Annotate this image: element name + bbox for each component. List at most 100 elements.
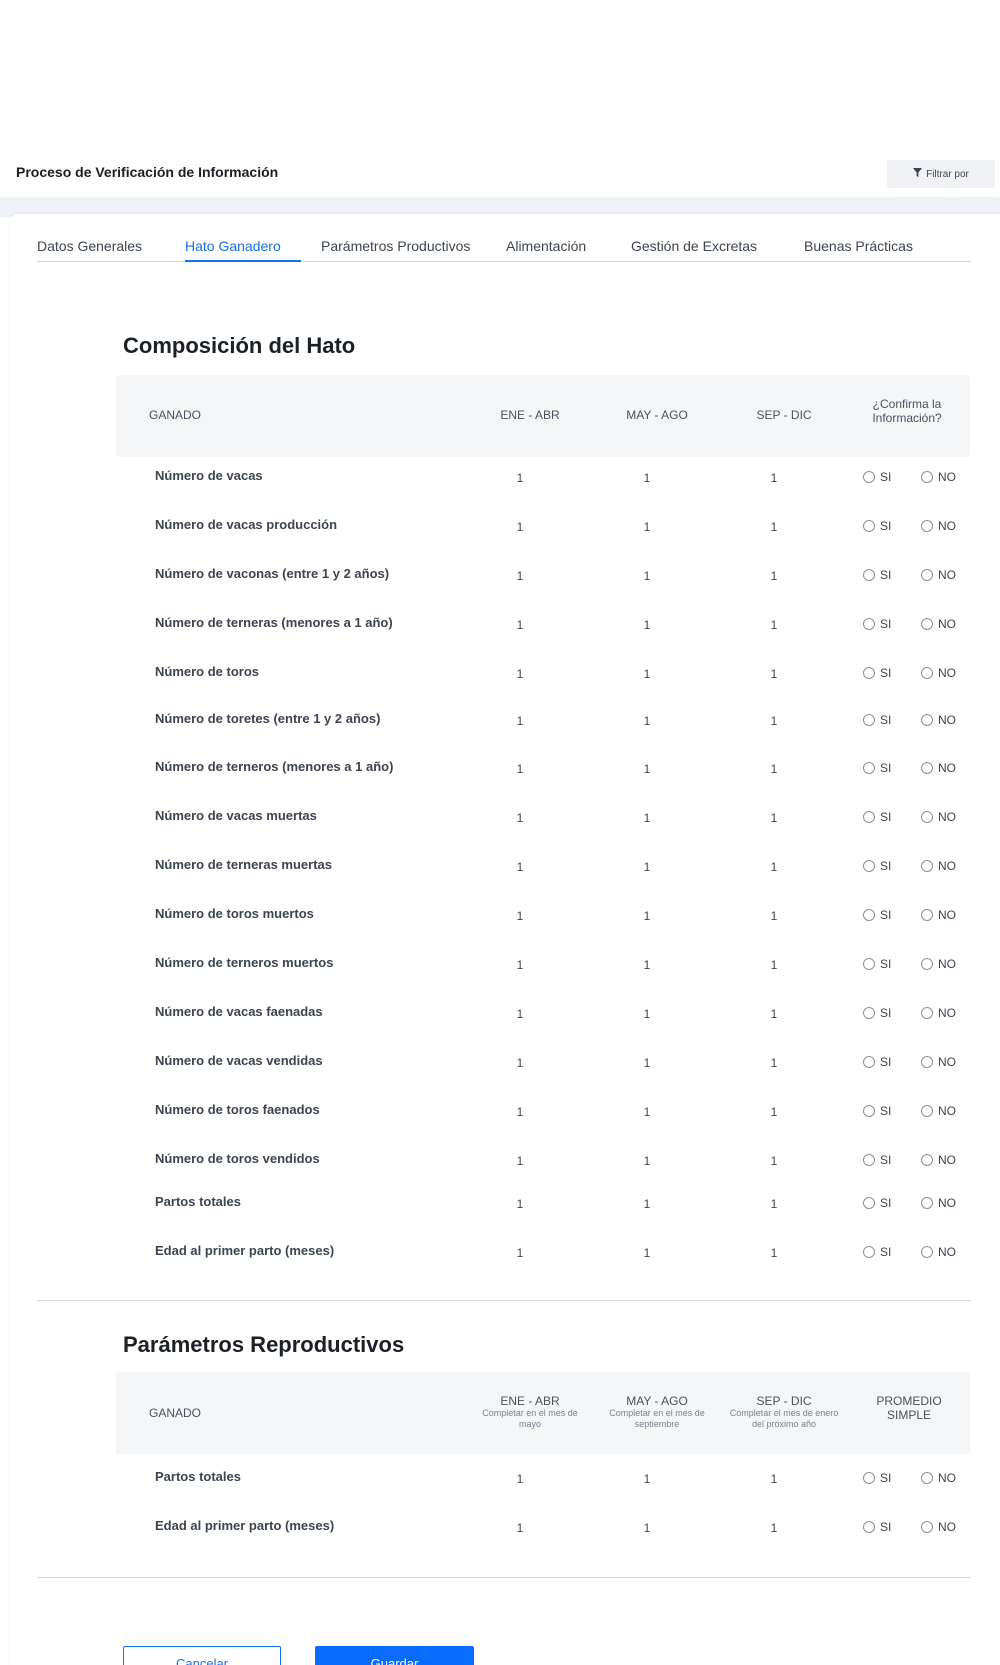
radio-circle-icon[interactable] xyxy=(863,1472,875,1484)
header-confirma: ¿Confirma la Información? xyxy=(872,397,942,425)
radio-no[interactable]: NO xyxy=(921,519,956,533)
radio-si[interactable]: SI xyxy=(863,1471,891,1485)
row-value: 1 xyxy=(643,909,651,923)
radio-circle-icon[interactable] xyxy=(863,1197,875,1209)
radio-no[interactable]: NO xyxy=(921,666,956,680)
tab-alimentacion[interactable]: Alimentación xyxy=(506,236,631,262)
radio-circle-icon[interactable] xyxy=(921,714,933,726)
radio-circle-icon[interactable] xyxy=(921,762,933,774)
row-label: Número de terneros muertos xyxy=(155,955,334,970)
radio-si[interactable]: SI xyxy=(863,1104,891,1118)
radio-si[interactable]: SI xyxy=(863,1153,891,1167)
reproductivos-table-header: GANADO ENE - ABR Completar en el mes de … xyxy=(116,1372,970,1454)
radio-circle-icon[interactable] xyxy=(863,1007,875,1019)
radio-circle-icon[interactable] xyxy=(921,909,933,921)
radio-no[interactable]: NO xyxy=(921,1471,956,1485)
radio-circle-icon[interactable] xyxy=(921,1056,933,1068)
radio-circle-icon[interactable] xyxy=(863,762,875,774)
radio-circle-icon[interactable] xyxy=(921,1197,933,1209)
radio-si[interactable]: SI xyxy=(863,1245,891,1259)
radio-no[interactable]: NO xyxy=(921,810,956,824)
header-sep-dic: SEP - DIC Completar el mes de enero del … xyxy=(727,1394,841,1430)
tab-parametros-productivos[interactable]: Parámetros Productivos xyxy=(321,236,506,262)
radio-circle-icon[interactable] xyxy=(863,1056,875,1068)
radio-label: NO xyxy=(938,666,956,680)
radio-no[interactable]: NO xyxy=(921,1104,956,1118)
radio-circle-icon[interactable] xyxy=(863,618,875,630)
radio-circle-icon[interactable] xyxy=(921,1154,933,1166)
radio-si[interactable]: SI xyxy=(863,859,891,873)
radio-no[interactable]: NO xyxy=(921,1153,956,1167)
tab-hato-ganadero[interactable]: Hato Ganadero xyxy=(185,236,301,262)
radio-no[interactable]: NO xyxy=(921,1196,956,1210)
radio-circle-icon[interactable] xyxy=(921,1105,933,1117)
radio-circle-icon[interactable] xyxy=(863,1154,875,1166)
radio-si[interactable]: SI xyxy=(863,1196,891,1210)
radio-circle-icon[interactable] xyxy=(921,618,933,630)
radio-circle-icon[interactable] xyxy=(863,1246,875,1258)
radio-circle-icon[interactable] xyxy=(921,811,933,823)
radio-circle-icon[interactable] xyxy=(921,1246,933,1258)
radio-circle-icon[interactable] xyxy=(921,1521,933,1533)
radio-no[interactable]: NO xyxy=(921,908,956,922)
radio-circle-icon[interactable] xyxy=(863,1105,875,1117)
radio-circle-icon[interactable] xyxy=(921,1472,933,1484)
radio-no[interactable]: NO xyxy=(921,761,956,775)
header-may-ago: MAY - AGO xyxy=(626,408,688,422)
radio-circle-icon[interactable] xyxy=(863,714,875,726)
cancel-button[interactable]: Cancelar xyxy=(123,1646,281,1665)
radio-si[interactable]: SI xyxy=(863,470,891,484)
radio-no[interactable]: NO xyxy=(921,1520,956,1534)
radio-no[interactable]: NO xyxy=(921,957,956,971)
row-value: 1 xyxy=(770,1197,778,1211)
radio-circle-icon[interactable] xyxy=(863,569,875,581)
radio-si[interactable]: SI xyxy=(863,617,891,631)
row-value: 1 xyxy=(643,1056,651,1070)
radio-no[interactable]: NO xyxy=(921,1006,956,1020)
radio-si[interactable]: SI xyxy=(863,666,891,680)
radio-circle-icon[interactable] xyxy=(863,958,875,970)
radio-circle-icon[interactable] xyxy=(921,1007,933,1019)
radio-circle-icon[interactable] xyxy=(921,958,933,970)
radio-si[interactable]: SI xyxy=(863,1006,891,1020)
radio-no[interactable]: NO xyxy=(921,617,956,631)
radio-si[interactable]: SI xyxy=(863,568,891,582)
radio-circle-icon[interactable] xyxy=(863,471,875,483)
radio-no[interactable]: NO xyxy=(921,859,956,873)
radio-circle-icon[interactable] xyxy=(921,569,933,581)
radio-circle-icon[interactable] xyxy=(863,909,875,921)
header-sep-dic: SEP - DIC xyxy=(756,408,812,422)
radio-label: SI xyxy=(880,761,892,775)
radio-si[interactable]: SI xyxy=(863,1055,891,1069)
radio-circle-icon[interactable] xyxy=(863,860,875,872)
radio-circle-icon[interactable] xyxy=(921,471,933,483)
radio-circle-icon[interactable] xyxy=(863,811,875,823)
radio-no[interactable]: NO xyxy=(921,470,956,484)
header-sep-dic-note: Completar el mes de enero del próximo añ… xyxy=(729,1408,839,1429)
radio-no[interactable]: NO xyxy=(921,713,956,727)
filter-button[interactable]: Filtrar por xyxy=(887,160,995,188)
radio-si[interactable]: SI xyxy=(863,713,891,727)
row-value: 1 xyxy=(516,1521,524,1535)
radio-si[interactable]: SI xyxy=(863,519,891,533)
radio-si[interactable]: SI xyxy=(863,1520,891,1534)
radio-circle-icon[interactable] xyxy=(863,1521,875,1533)
tab-datos-generales[interactable]: Datos Generales xyxy=(37,236,185,262)
radio-circle-icon[interactable] xyxy=(921,860,933,872)
radio-circle-icon[interactable] xyxy=(921,667,933,679)
radio-no[interactable]: NO xyxy=(921,1245,956,1259)
radio-circle-icon[interactable] xyxy=(863,520,875,532)
radio-si[interactable]: SI xyxy=(863,908,891,922)
radio-circle-icon[interactable] xyxy=(863,667,875,679)
radio-si[interactable]: SI xyxy=(863,810,891,824)
radio-si[interactable]: SI xyxy=(863,957,891,971)
tab-gestion-excretas[interactable]: Gestión de Excretas xyxy=(631,236,804,262)
tab-buenas-practicas[interactable]: Buenas Prácticas xyxy=(804,236,944,262)
save-button[interactable]: Guardar xyxy=(315,1646,474,1665)
header-promedio: PROMEDIO SIMPLE xyxy=(876,1394,942,1422)
row-label: Número de vacas vendidas xyxy=(155,1053,323,1068)
radio-circle-icon[interactable] xyxy=(921,520,933,532)
radio-no[interactable]: NO xyxy=(921,568,956,582)
radio-si[interactable]: SI xyxy=(863,761,891,775)
radio-no[interactable]: NO xyxy=(921,1055,956,1069)
